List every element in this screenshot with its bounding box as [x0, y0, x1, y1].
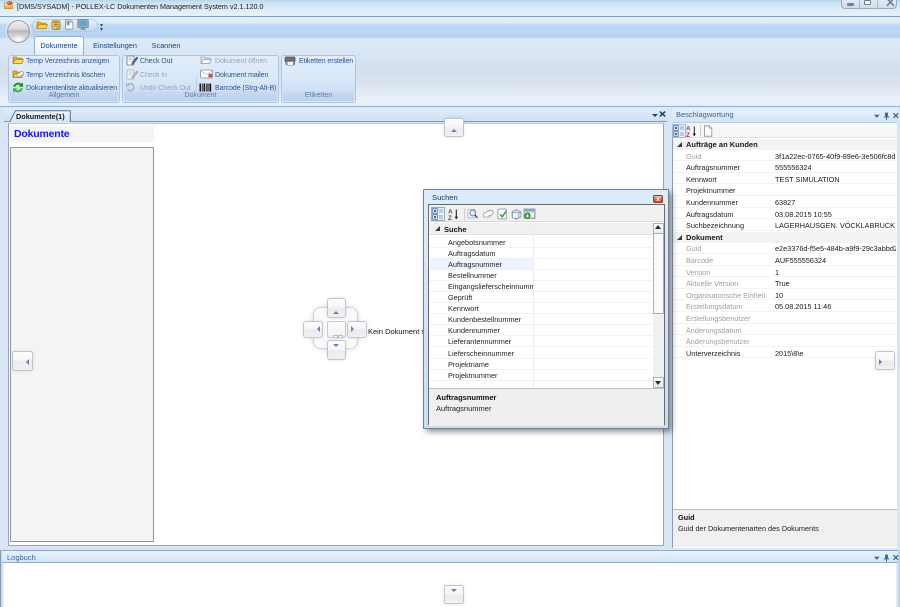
svg-text:Z: Z [448, 215, 452, 220]
svg-text:Z: Z [686, 132, 690, 137]
